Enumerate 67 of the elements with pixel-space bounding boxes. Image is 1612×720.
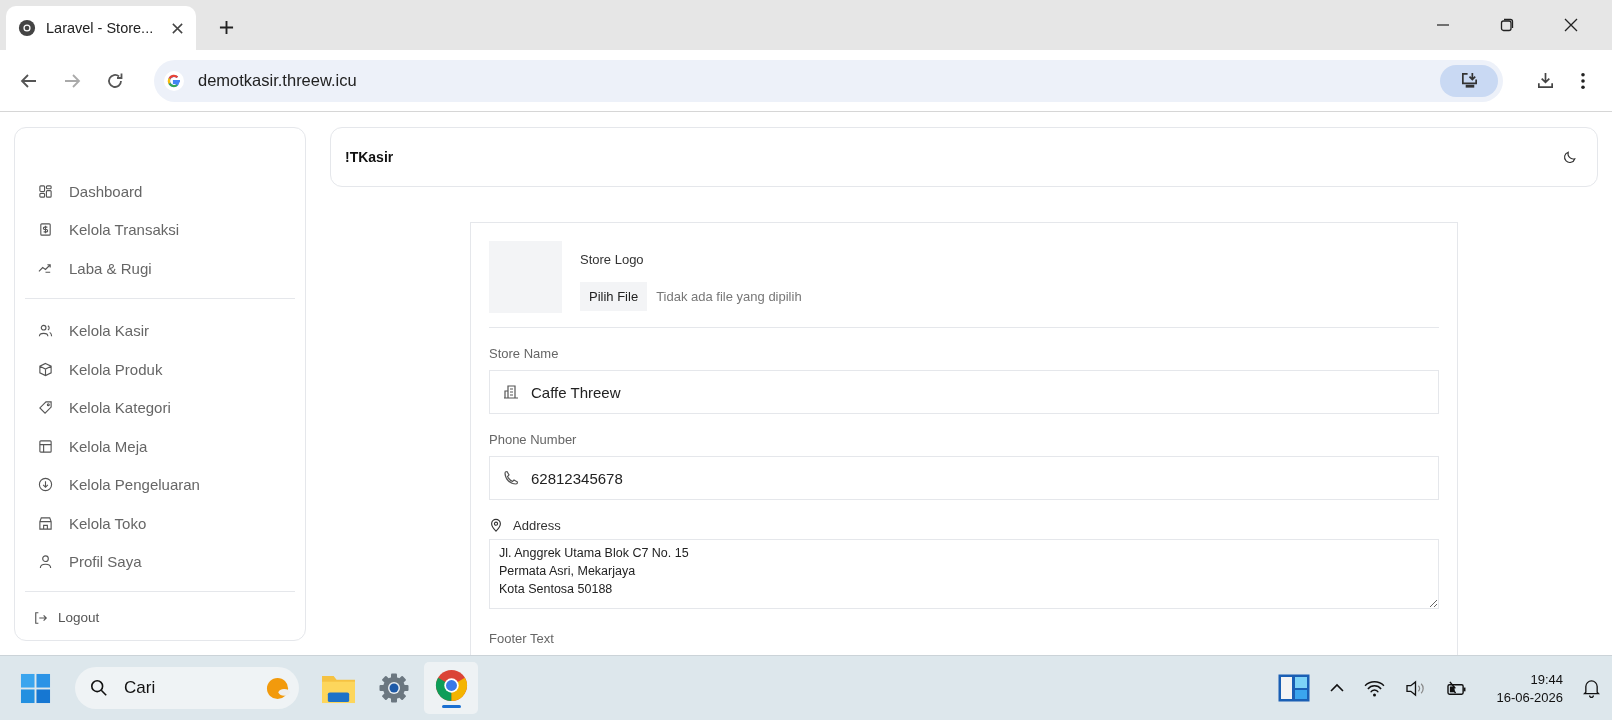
- url-text: demotkasir.threew.icu: [198, 71, 358, 90]
- chrome-icon: [18, 19, 36, 37]
- reload-icon[interactable]: [106, 71, 124, 90]
- address-bar[interactable]: demotkasir.threew.icu: [154, 59, 1503, 102]
- close-icon[interactable]: [1564, 18, 1578, 32]
- clock-date[interactable]: 16-06-2026: [1496, 689, 1563, 705]
- browser-tab[interactable]: Laravel - Store...: [6, 6, 196, 50]
- install-icon: [1459, 71, 1479, 90]
- nav-item[interactable]: Profil Saya: [25, 542, 295, 581]
- address-field[interactable]: Jl. Anggrek Utama Blok C7 No. 15 Permata Asri, Mekarjaya Kota Sentosa 50188: [489, 539, 1439, 609]
- phone-icon: [503, 470, 519, 486]
- menu-icon[interactable]: [1580, 71, 1586, 90]
- location-pin-icon: [489, 518, 503, 532]
- start-icon[interactable]: [20, 672, 51, 704]
- choose-file-button[interactable]: Pilih File: [580, 282, 648, 311]
- nav-item[interactable]: Kelola Pengeluaran: [25, 465, 295, 504]
- chrome-icon: [434, 668, 468, 702]
- install-app-button[interactable]: [1440, 64, 1498, 97]
- nav-item[interactable]: Laba & Rugi: [25, 249, 295, 288]
- field-label: Store Logo: [580, 252, 645, 267]
- weather-icon: [266, 675, 291, 701]
- nav-item[interactable]: Dashboard: [25, 172, 295, 211]
- moon-icon[interactable]: [1563, 150, 1577, 164]
- nav-item[interactable]: Kelola Meja: [25, 427, 295, 466]
- back-icon[interactable]: [20, 71, 38, 90]
- nav-item[interactable]: Kelola Transaksi: [25, 210, 295, 249]
- phone-field[interactable]: 62812345678: [489, 456, 1439, 500]
- chrome-taskbar-button[interactable]: [424, 662, 478, 714]
- battery-icon[interactable]: [1445, 679, 1467, 697]
- widgets-icon[interactable]: [1277, 674, 1310, 702]
- field-label: Phone Number: [489, 432, 577, 447]
- settings-icon[interactable]: [378, 672, 410, 704]
- building-icon: [503, 384, 519, 400]
- field-label: Address: [513, 518, 561, 533]
- nav-item[interactable]: Kelola Produk: [25, 350, 295, 389]
- download-icon[interactable]: [1536, 71, 1555, 90]
- tab-title: Laravel - Store...: [46, 20, 155, 36]
- receipt-icon: [38, 222, 53, 238]
- nav-item[interactable]: Kelola Toko: [25, 504, 295, 543]
- brand-name: !TKasir: [345, 149, 394, 165]
- clock-time[interactable]: 19:44: [1530, 671, 1563, 687]
- nav-item[interactable]: Kelola Kategori: [25, 388, 295, 427]
- field-label: Footer Text: [489, 631, 554, 646]
- wifi-icon[interactable]: [1363, 679, 1385, 697]
- field-label: Store Name: [489, 346, 559, 361]
- nav-item[interactable]: Kelola Kasir: [25, 311, 295, 350]
- taskbar-search[interactable]: Cari: [75, 667, 299, 709]
- grid-icon: [38, 183, 53, 199]
- box-icon: [38, 361, 53, 377]
- bell-icon[interactable]: [1583, 678, 1600, 698]
- user-icon: [38, 554, 53, 570]
- store-name-field[interactable]: Caffe Threew: [489, 370, 1439, 414]
- table-icon: [38, 438, 53, 454]
- chevron-up-icon[interactable]: [1329, 683, 1344, 693]
- close-icon[interactable]: [171, 21, 184, 35]
- logout-link[interactable]: Logout: [25, 602, 109, 633]
- store-icon: [38, 515, 53, 531]
- file-status: Tidak ada file yang dipilih: [656, 289, 802, 304]
- users-icon: [38, 323, 53, 339]
- new-tab-icon[interactable]: [219, 20, 234, 35]
- tag-icon: [38, 400, 53, 416]
- logout-icon: [34, 610, 48, 625]
- speaker-icon[interactable]: [1404, 679, 1426, 697]
- restore-icon[interactable]: [1500, 18, 1514, 32]
- search-icon: [90, 679, 108, 697]
- download-circle-icon: [38, 477, 53, 493]
- google-icon: [164, 70, 184, 91]
